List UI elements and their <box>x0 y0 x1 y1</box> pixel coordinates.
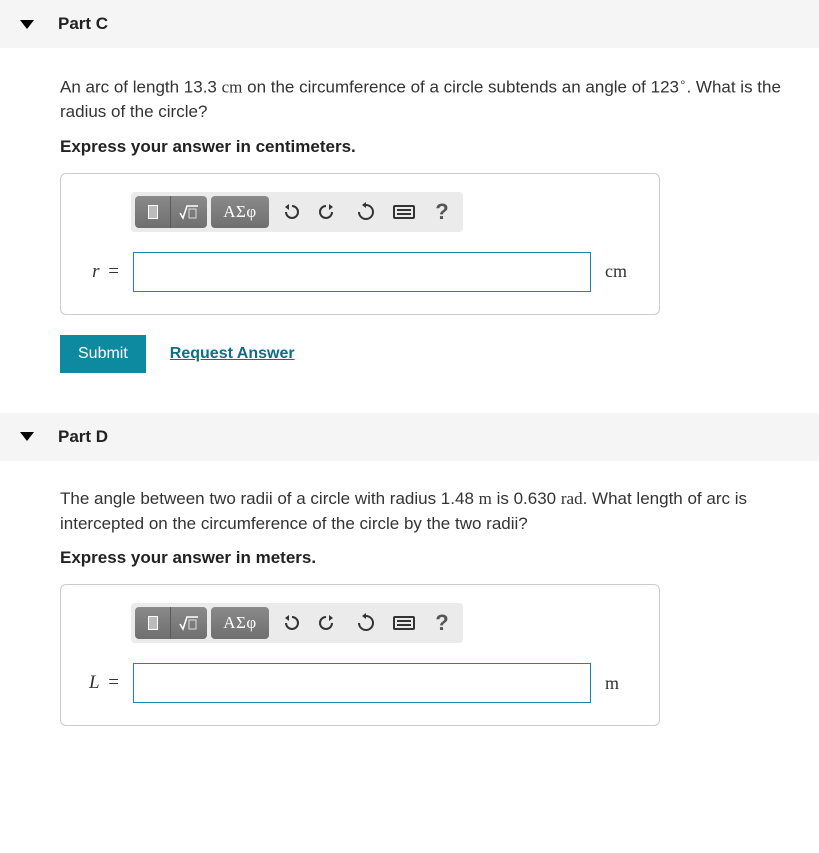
instruction-text: Express your answer in meters. <box>60 548 789 568</box>
part-title: Part C <box>58 14 108 34</box>
greek-group: ΑΣφ <box>211 607 269 639</box>
greek-group: ΑΣφ <box>211 196 269 228</box>
reset-icon[interactable] <box>347 607 385 639</box>
part-c-header[interactable]: Part C <box>0 0 819 48</box>
part-c-body: An arc of length 13.3 cm on the circumfe… <box>0 48 819 413</box>
variable-label: L = <box>79 672 119 694</box>
instruction-text: Express your answer in centimeters. <box>60 137 789 157</box>
answer-row: L = m <box>79 663 641 703</box>
answer-box: ΑΣφ ? L = m <box>60 584 660 726</box>
redo-icon[interactable] <box>309 196 347 228</box>
part-d-header[interactable]: Part D <box>0 413 819 461</box>
question-text: An arc of length 13.3 cm on the circumfe… <box>60 74 789 125</box>
unit-label: m <box>605 673 641 694</box>
templates-group <box>135 607 207 639</box>
template-sqrt-icon[interactable] <box>171 196 207 228</box>
variable-label: r = <box>79 261 119 283</box>
request-answer-link[interactable]: Request Answer <box>170 345 295 363</box>
help-icon[interactable]: ? <box>423 196 461 228</box>
reset-icon[interactable] <box>347 196 385 228</box>
greek-symbols-button[interactable]: ΑΣφ <box>211 607 269 639</box>
unit-label: cm <box>605 261 641 282</box>
answer-box: ΑΣφ ? r = cm <box>60 173 660 315</box>
redo-icon[interactable] <box>309 607 347 639</box>
answer-row: r = cm <box>79 252 641 292</box>
undo-icon[interactable] <box>271 607 309 639</box>
action-row: Submit Request Answer <box>60 335 789 373</box>
template-sqrt-icon[interactable] <box>171 607 207 639</box>
template-rect-icon[interactable] <box>135 196 171 228</box>
greek-symbols-button[interactable]: ΑΣφ <box>211 196 269 228</box>
equation-toolbar: ΑΣφ ? <box>131 603 463 643</box>
chevron-down-icon <box>20 20 34 29</box>
equation-toolbar: ΑΣφ ? <box>131 192 463 232</box>
keyboard-icon[interactable] <box>385 607 423 639</box>
answer-input[interactable] <box>133 252 591 292</box>
undo-icon[interactable] <box>271 196 309 228</box>
submit-button[interactable]: Submit <box>60 335 146 373</box>
template-rect-icon[interactable] <box>135 607 171 639</box>
help-icon[interactable]: ? <box>423 607 461 639</box>
part-title: Part D <box>58 427 108 447</box>
question-text: The angle between two radii of a circle … <box>60 487 789 536</box>
keyboard-icon[interactable] <box>385 196 423 228</box>
part-d-body: The angle between two radii of a circle … <box>0 461 819 756</box>
answer-input[interactable] <box>133 663 591 703</box>
chevron-down-icon <box>20 432 34 441</box>
templates-group <box>135 196 207 228</box>
